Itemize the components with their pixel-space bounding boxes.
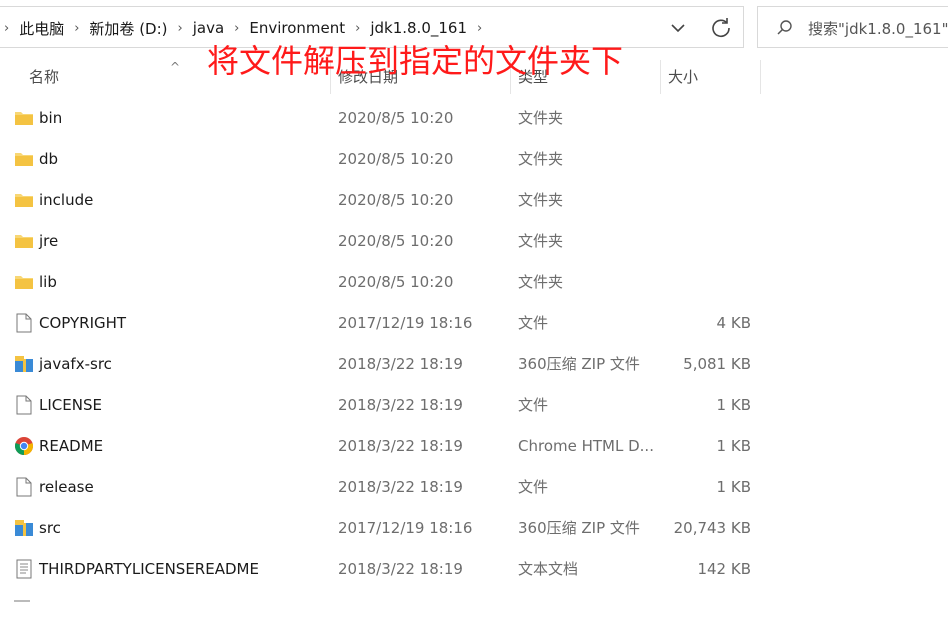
file-modified: 2020/8/5 10:20 [338,191,454,209]
breadcrumb-separator-icon[interactable]: › [68,21,85,36]
breadcrumb-item-this-pc[interactable]: 此电脑 [15,18,68,39]
breadcrumb-root-chevron-icon[interactable]: › [0,21,15,36]
search-box[interactable]: 搜索"jdk1.8.0_161" [757,6,948,48]
column-header-name[interactable]: 名称 [29,60,59,94]
annotation-text: 将文件解压到指定的文件夹下 [207,42,624,80]
file-name: lib [39,273,57,291]
file-icon [16,477,32,497]
file-size: 5,081 KB [683,355,751,373]
file-name: jre [39,232,59,250]
chrome-icon [14,437,34,455]
next-row-peek [14,600,30,602]
file-icon [16,395,32,415]
file-modified: 2018/3/22 18:19 [338,478,463,496]
file-row-bin[interactable]: bin 2020/8/5 10:20 文件夹 [0,98,948,139]
file-row-license[interactable]: LICENSE 2018/3/22 18:19 文件 1 KB [0,385,948,426]
file-row-readme[interactable]: README 2018/3/22 18:19 Chrome HTML D... … [0,426,948,467]
file-row-copyright[interactable]: COPYRIGHT 2017/12/19 18:16 文件 4 KB [0,303,948,344]
file-row-src[interactable]: src 2017/12/19 18:16 360压缩 ZIP 文件 20,743… [0,508,948,549]
file-size: 1 KB [716,396,751,414]
file-modified: 2018/3/22 18:19 [338,560,463,578]
file-size: 1 KB [716,478,751,496]
file-modified: 2020/8/5 10:20 [338,232,454,250]
folder-icon [15,235,33,248]
file-size: 20,743 KB [673,519,751,537]
breadcrumb-separator-icon[interactable]: › [172,21,189,36]
file-type: 文件夹 [518,232,564,250]
zip-archive-icon [15,520,33,536]
file-type: 文本文档 [518,560,579,578]
file-size: 142 KB [697,560,751,578]
breadcrumb-separator-icon[interactable]: › [471,21,488,36]
file-name: THIRDPARTYLICENSEREADME [39,560,259,578]
file-name: LICENSE [39,396,102,414]
breadcrumb-item-jdk[interactable]: jdk1.8.0_161 [366,19,471,37]
breadcrumb-separator-icon[interactable]: › [228,21,245,36]
search-icon [777,20,792,35]
file-row-lib[interactable]: lib 2020/8/5 10:20 文件夹 [0,262,948,303]
file-row-jre[interactable]: jre 2020/8/5 10:20 文件夹 [0,221,948,262]
file-name: README [39,437,104,455]
file-type: 文件夹 [518,150,564,168]
file-type: Chrome HTML D... [518,437,654,455]
file-row-release[interactable]: release 2018/3/22 18:19 文件 1 KB [0,467,948,508]
file-modified: 2020/8/5 10:20 [338,273,454,291]
file-type: 文件夹 [518,191,564,209]
file-type: 文件夹 [518,273,564,291]
file-row-javafx-src[interactable]: javafx-src 2018/3/22 18:19 360压缩 ZIP 文件 … [0,344,948,385]
file-row-thirdpartylicensereadme[interactable]: THIRDPARTYLICENSEREADME 2018/3/22 18:19 … [0,549,948,590]
search-placeholder: 搜索"jdk1.8.0_161" [808,20,948,38]
file-size: 4 KB [716,314,751,332]
file-type: 文件 [518,478,549,496]
zip-archive-icon [15,356,33,372]
file-type: 360压缩 ZIP 文件 [518,355,640,373]
file-modified: 2018/3/22 18:19 [338,396,463,414]
file-modified: 2020/8/5 10:20 [338,150,454,168]
file-name: COPYRIGHT [39,314,127,332]
file-name: bin [39,109,63,127]
file-modified: 2017/12/19 18:16 [338,519,473,537]
file-modified: 2018/3/22 18:19 [338,437,463,455]
file-name: include [39,191,94,209]
folder-icon [15,112,33,125]
file-type: 文件 [518,314,549,332]
folder-icon [15,194,33,207]
file-type: 360压缩 ZIP 文件 [518,519,640,537]
folder-icon [15,153,33,166]
file-modified: 2018/3/22 18:19 [338,355,463,373]
file-icon [16,313,32,333]
file-size: 1 KB [716,437,751,455]
file-row-include[interactable]: include 2020/8/5 10:20 文件夹 [0,180,948,221]
column-divider[interactable] [760,60,761,94]
file-name: src [39,519,61,537]
column-divider[interactable] [660,60,661,94]
text-document-icon [16,559,32,579]
breadcrumb-item-environment[interactable]: Environment [245,19,349,37]
refresh-icon[interactable] [708,15,734,41]
folder-icon [15,276,33,289]
breadcrumb-item-drive[interactable]: 新加卷 (D:) [85,18,171,39]
file-name: db [39,150,59,168]
chevron-down-icon[interactable] [666,16,690,40]
file-type: 文件 [518,396,549,414]
file-row-db[interactable]: db 2020/8/5 10:20 文件夹 [0,139,948,180]
breadcrumb-separator-icon[interactable]: › [349,21,366,36]
file-name: javafx-src [39,355,112,373]
column-header-size[interactable]: 大小 [668,60,698,94]
file-list: bin 2020/8/5 10:20 文件夹 db 2020/8/5 10:20… [0,98,948,590]
file-modified: 2017/12/19 18:16 [338,314,473,332]
breadcrumb-item-java[interactable]: java [189,19,228,37]
file-type: 文件夹 [518,109,564,127]
sort-ascending-icon: ^ [170,60,181,74]
file-modified: 2020/8/5 10:20 [338,109,454,127]
file-name: release [39,478,94,496]
